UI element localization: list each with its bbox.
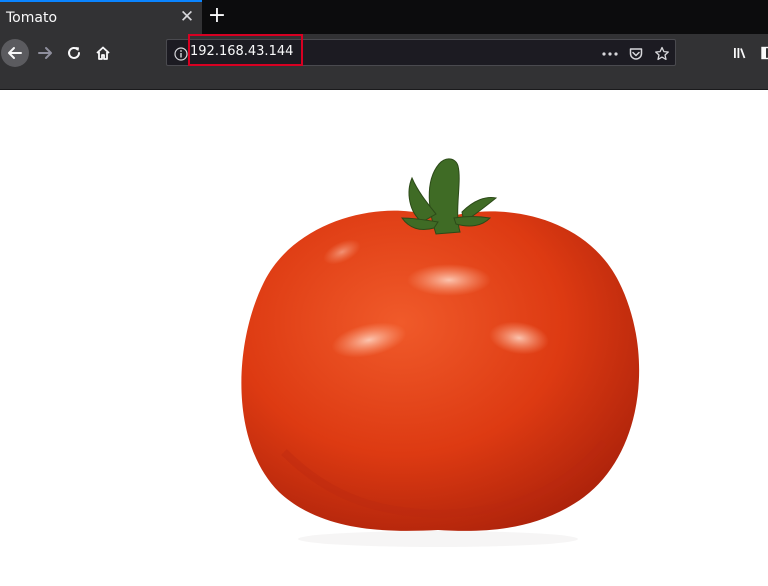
forward-arrow-icon[interactable] [31,39,59,67]
tab-tomato[interactable]: Tomato ✕ [0,0,202,34]
reload-icon[interactable] [60,39,88,67]
home-icon[interactable] [89,39,117,67]
tab-title: Tomato [6,10,58,26]
back-arrow-icon[interactable] [1,39,29,67]
url-highlight-box [188,34,303,66]
close-icon[interactable]: ✕ [178,8,196,26]
pocket-icon[interactable] [627,45,645,63]
tab-strip: Tomato ✕ + [0,0,768,34]
url-bar[interactable]: 192.168.43.144 [166,34,676,66]
plus-icon[interactable]: + [205,4,229,28]
page-content [0,90,768,586]
tomato-image [241,158,640,547]
star-icon[interactable] [653,45,671,63]
info-icon[interactable] [174,46,188,61]
library-icon[interactable] [726,39,754,67]
navigation-toolbar: 192.168.43.144 [0,34,768,90]
more-dots-icon[interactable] [601,45,619,63]
sidebar-icon[interactable] [754,39,768,67]
